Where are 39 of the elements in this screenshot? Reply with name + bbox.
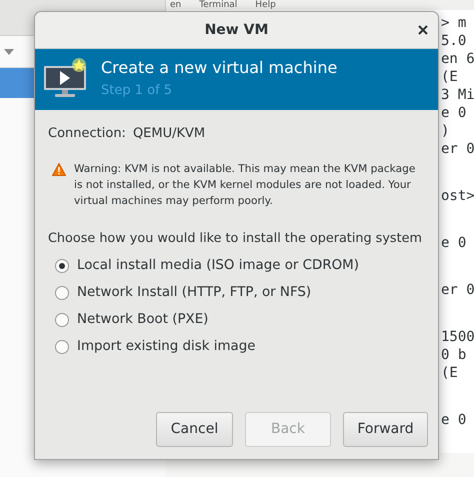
monitor-icon (43, 58, 89, 99)
connection-label: Connection: (48, 125, 126, 142)
terminal-line: er 0 (441, 140, 474, 158)
terminal-line: 0 b (441, 346, 468, 364)
radio-button[interactable] (55, 340, 69, 354)
step-label: Step 1 of 5 (101, 82, 174, 100)
radio-button[interactable] (55, 259, 69, 273)
connection-value: QEMU/KVM (132, 125, 206, 142)
radio-button[interactable] (55, 286, 69, 300)
terminal-line: (E (441, 68, 459, 86)
menu-item[interactable]: Help (255, 0, 276, 10)
menu-item[interactable]: Terminal (199, 0, 238, 10)
terminal-line: ) (441, 122, 450, 140)
terminal-line: e 0 (441, 411, 468, 429)
warning-icon (52, 163, 66, 176)
terminal-line: > m (441, 14, 468, 32)
terminal-line: ost> (441, 187, 474, 205)
caret-icon[interactable] (4, 48, 14, 54)
radio-button[interactable] (55, 313, 69, 327)
terminal-line: e 0 (441, 104, 468, 122)
option-label[interactable]: Network Install (HTTP, FTP, or NFS) (77, 284, 312, 302)
dialog-button[interactable]: Forward (343, 412, 428, 447)
terminal-line: er 0 (441, 281, 474, 299)
terminal-line: e 0 (441, 234, 468, 252)
option-label[interactable]: Local install media (ISO image or CDROM) (77, 257, 359, 275)
option-label[interactable]: Network Boot (PXE) (77, 311, 208, 329)
banner-title: Create a new virtual machine (101, 58, 338, 78)
terminal-line: 1500 (441, 328, 474, 346)
terminal-line: 5.0 (441, 32, 468, 50)
terminal-line: (E (441, 364, 459, 382)
menu-item[interactable]: en (170, 0, 182, 10)
terminal-line: en 6 (441, 50, 474, 68)
window-title: New VM (204, 20, 268, 40)
option-label[interactable]: Import existing disk image (77, 338, 256, 356)
dialog-button[interactable]: Cancel (156, 412, 233, 447)
close-icon[interactable] (418, 25, 428, 35)
warning-message: Warning: KVM is not available. This may mean the KVM package is not installed, or the KVM kernel modules are not loaded. Your virtual machines may perform poorly. (74, 162, 416, 209)
terminal-line: 3 Mi (441, 86, 474, 104)
install-prompt: Choose how you would like to install the operating system (48, 230, 422, 248)
